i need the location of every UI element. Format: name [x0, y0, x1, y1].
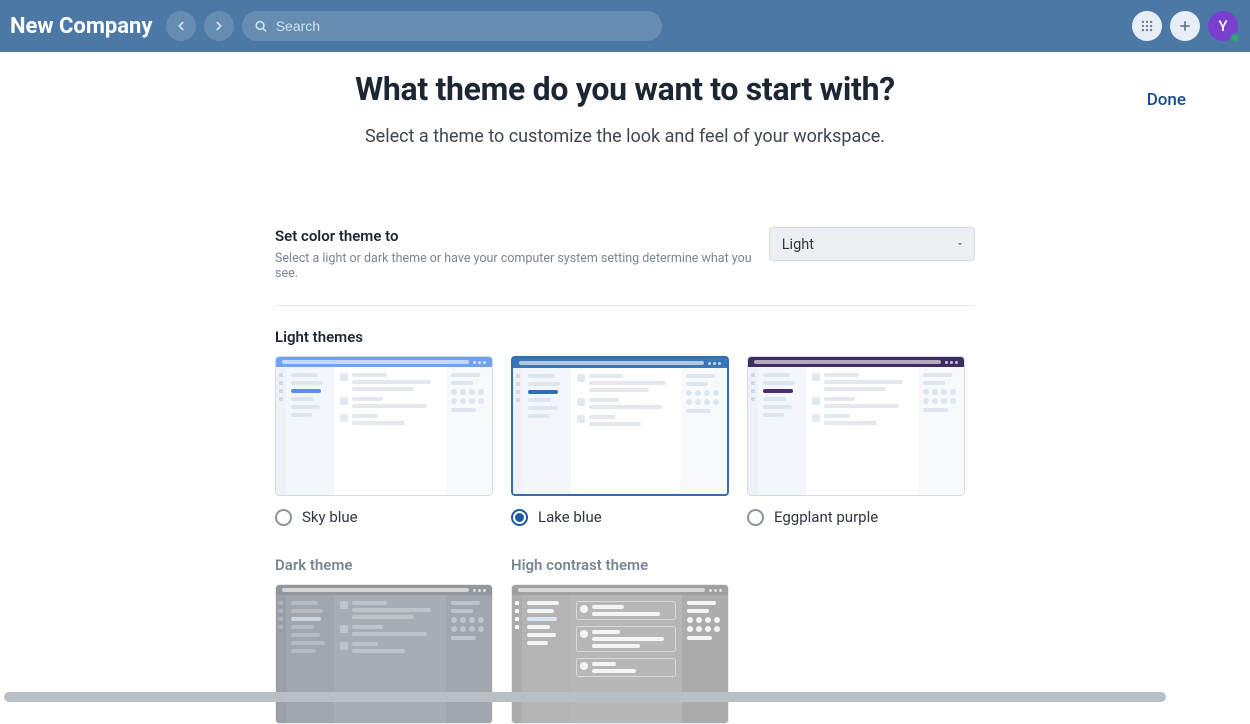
- page-content: Done What theme do you want to start wit…: [0, 52, 1250, 724]
- horizontal-scrollbar[interactable]: [4, 692, 1166, 702]
- theme-label: Sky blue: [302, 508, 358, 526]
- color-mode-label: Set color theme to: [275, 227, 769, 245]
- dark-theme-title: Dark theme: [275, 556, 493, 574]
- theme-label: Lake blue: [538, 508, 602, 526]
- avatar[interactable]: Y: [1208, 11, 1238, 41]
- topbar: New Company Y: [0, 0, 1250, 52]
- nav-forward-button[interactable]: [204, 11, 234, 41]
- theme-label: Eggplant purple: [774, 508, 878, 526]
- theme-radio-lake-blue[interactable]: Lake blue: [511, 508, 729, 526]
- theme-card-high-contrast: [511, 584, 729, 724]
- search-icon: [254, 19, 267, 33]
- grid-icon: [1140, 19, 1154, 33]
- high-contrast-theme-title: High contrast theme: [511, 556, 729, 574]
- theme-card-eggplant-purple[interactable]: [747, 356, 965, 496]
- company-name: New Company: [8, 14, 158, 39]
- radio-icon: [511, 509, 528, 526]
- theme-radio-eggplant-purple[interactable]: Eggplant purple: [747, 508, 965, 526]
- chevron-left-icon: [174, 19, 188, 33]
- page-title: What theme do you want to start with?: [0, 70, 1250, 108]
- light-themes-title: Light themes: [275, 328, 975, 346]
- theme-card-lake-blue[interactable]: [511, 356, 729, 496]
- create-button[interactable]: [1170, 11, 1200, 41]
- light-themes-grid: Sky blue: [275, 356, 975, 526]
- theme-card-dark: [275, 584, 493, 724]
- presence-indicator-icon: [1230, 33, 1240, 43]
- done-button[interactable]: Done: [1147, 90, 1186, 110]
- apps-button[interactable]: [1132, 11, 1162, 41]
- color-mode-select[interactable]: Light: [769, 227, 975, 261]
- plus-icon: [1178, 19, 1192, 33]
- avatar-initial: Y: [1218, 17, 1227, 35]
- page-subtitle: Select a theme to customize the look and…: [0, 126, 1250, 147]
- nav-back-button[interactable]: [166, 11, 196, 41]
- chevron-right-icon: [212, 19, 226, 33]
- color-mode-row: Set color theme to Select a light or dar…: [275, 227, 975, 306]
- theme-card-sky-blue[interactable]: [275, 356, 493, 496]
- search-input[interactable]: [276, 18, 651, 34]
- search-field[interactable]: [242, 11, 662, 41]
- color-mode-description: Select a light or dark theme or have you…: [275, 251, 769, 281]
- color-mode-selected-value: Light: [782, 236, 814, 253]
- radio-icon: [275, 509, 292, 526]
- radio-icon: [747, 509, 764, 526]
- theme-radio-sky-blue[interactable]: Sky blue: [275, 508, 493, 526]
